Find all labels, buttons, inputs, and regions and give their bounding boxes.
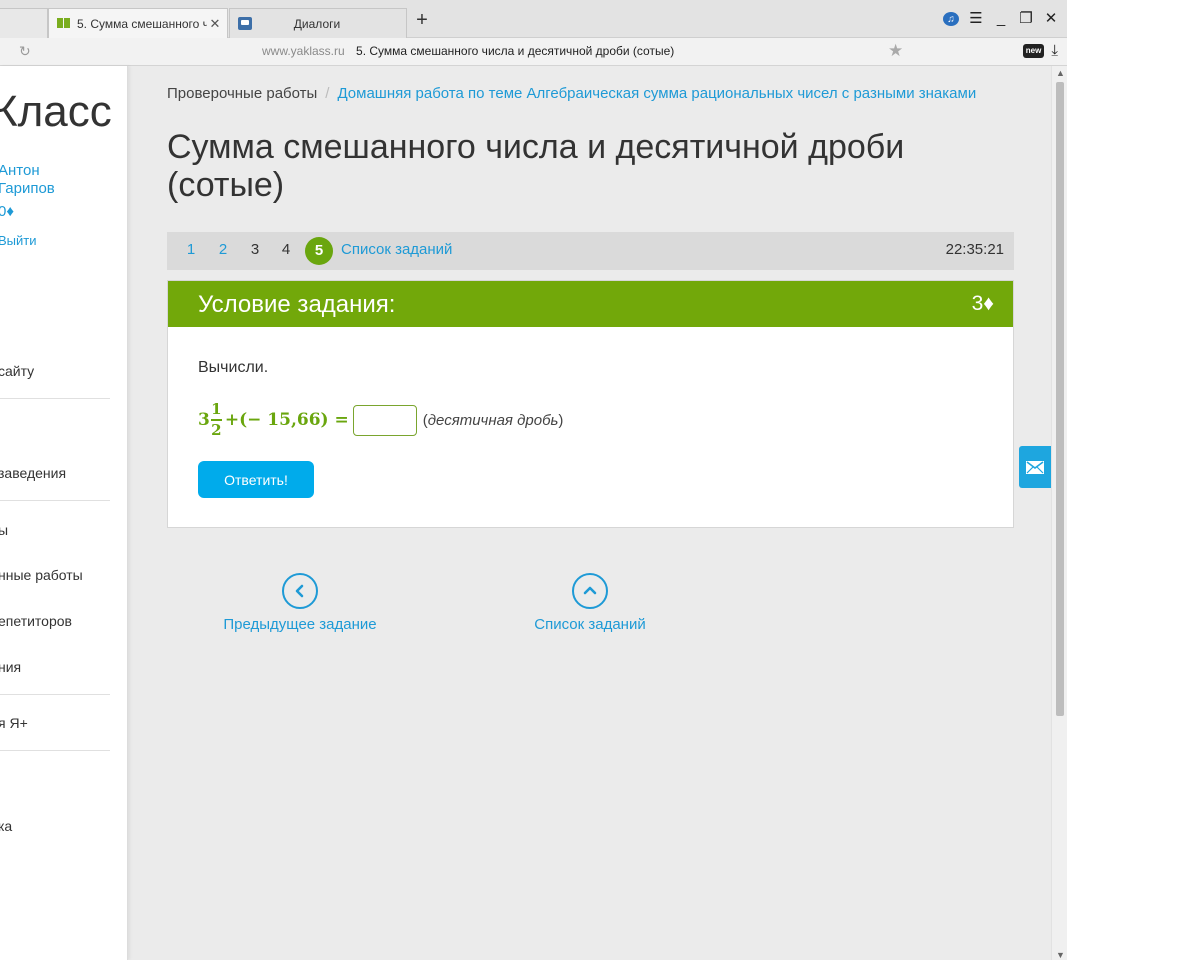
close-icon[interactable]: ✕ xyxy=(207,16,223,32)
browser-window: 5. Сумма смешанного чи ✕ Диалоги + ♫ ☰ _… xyxy=(0,0,1067,960)
new-tab-button[interactable]: + xyxy=(413,10,431,30)
music-icon[interactable]: ♫ xyxy=(943,12,959,26)
bookmark-star-icon[interactable]: ★ xyxy=(888,41,903,61)
tab-previous[interactable] xyxy=(0,8,48,38)
tab-strip: 5. Сумма смешанного чи ✕ Диалоги + ♫ ☰ _… xyxy=(0,0,1067,38)
address-bar-actions: new ⤓ xyxy=(1022,43,1058,58)
equation-expression: +(− 15,66) = xyxy=(224,410,349,430)
download-icon[interactable]: ⤓ xyxy=(1051,43,1058,58)
task-number-2[interactable]: 2 xyxy=(213,241,233,258)
sidebar-divider xyxy=(0,750,110,751)
task-navigation: 1 2 3 4 5 Список заданий 22:35:21 xyxy=(167,232,1014,270)
previous-task-link[interactable]: Предыдущее задание xyxy=(219,573,381,633)
tab-dialogs[interactable]: Диалоги xyxy=(229,8,407,38)
task-list-bottom-link[interactable]: Список заданий xyxy=(529,573,651,633)
restore-icon[interactable]: ❐ xyxy=(1018,11,1034,27)
left-sidebar: Класс Антон Гарипов 0♦ Выйти сайту завед… xyxy=(0,66,128,960)
sidebar-divider xyxy=(0,398,110,399)
fraction-denominator: 2 xyxy=(211,421,222,439)
sidebar-item-site[interactable]: сайту xyxy=(0,363,34,379)
task-number-3[interactable]: 3 xyxy=(245,241,265,258)
fraction-numerator: 1 xyxy=(211,400,222,418)
breadcrumb: Проверочные работы / Домашняя работа по те… xyxy=(167,85,1015,103)
task-list-label[interactable]: Список заданий xyxy=(529,616,651,633)
task-number-5-active[interactable]: 5 xyxy=(305,237,333,265)
yaklass-book-icon xyxy=(57,17,71,30)
sidebar-item-tutors[interactable]: епетиторов xyxy=(0,613,72,629)
scroll-down-icon[interactable]: ▼ xyxy=(1056,950,1065,960)
breadcrumb-separator: / xyxy=(325,85,330,102)
logout-link[interactable]: Выйти xyxy=(0,233,37,248)
url-field[interactable]: www.yaklass.ru 5. Сумма смешанного числа… xyxy=(262,44,674,58)
chat-icon xyxy=(238,17,252,30)
task-number-4[interactable]: 4 xyxy=(276,241,296,258)
sidebar-divider xyxy=(0,694,110,695)
menu-icon[interactable]: ☰ xyxy=(968,11,984,27)
page: Класс Антон Гарипов 0♦ Выйти сайту завед… xyxy=(0,66,1067,960)
task-instruction: Вычисли. xyxy=(198,359,269,376)
new-badge[interactable]: new xyxy=(1022,43,1045,58)
page-title: Сумма смешанного числа и десятичной дроб… xyxy=(167,128,905,204)
scroll-up-icon[interactable]: ▲ xyxy=(1056,68,1065,78)
timer: 22:35:21 xyxy=(945,241,1004,258)
tab-title: 5. Сумма смешанного чи xyxy=(77,16,207,31)
task-header-title: Условие задания: xyxy=(198,291,396,318)
answer-hint-text: десятичная дробь xyxy=(427,411,559,429)
user-points[interactable]: 0♦ xyxy=(0,203,14,220)
scrollbar[interactable]: ▲ ▼ xyxy=(1051,66,1067,960)
equation: 3 1 2 +(− 15,66) = (десятичная дробь) xyxy=(198,397,563,443)
task-number-1[interactable]: 1 xyxy=(181,241,201,258)
url-page-title: 5. Сумма смешанного числа и десятичной д… xyxy=(356,44,675,58)
answer-hint: (десятичная дробь) xyxy=(422,411,564,429)
scrollbar-thumb[interactable] xyxy=(1056,82,1064,716)
user-first-name[interactable]: Антон xyxy=(0,162,40,179)
chevron-left-icon[interactable] xyxy=(282,573,318,609)
sidebar-item-help[interactable]: ка xyxy=(0,818,12,834)
site-logo[interactable]: Класс xyxy=(0,88,112,136)
task-list-link[interactable]: Список заданий xyxy=(341,241,452,258)
task-card: Условие задания: 3♦ Вычисли. 3 1 2 +(− 1… xyxy=(167,280,1014,528)
close-window-icon[interactable]: ✕ xyxy=(1043,11,1059,27)
sidebar-item-plus[interactable]: я Я+ xyxy=(0,715,28,731)
task-points: 3♦ xyxy=(971,292,994,315)
mixed-number-whole: 3 xyxy=(198,410,210,430)
tab-task[interactable]: 5. Сумма смешанного чи ✕ xyxy=(48,8,228,38)
address-bar: ↻ www.yaklass.ru 5. Сумма смешанного чис… xyxy=(0,38,1067,66)
fraction: 1 2 xyxy=(210,400,222,439)
sidebar-divider xyxy=(0,500,110,501)
breadcrumb-root[interactable]: Проверочные работы xyxy=(167,85,317,102)
breadcrumb-current[interactable]: Домашняя работа по теме Алгебраическая с… xyxy=(337,85,976,102)
tab-title: Диалоги xyxy=(293,16,341,31)
answer-input[interactable] xyxy=(352,404,417,436)
window-controls: ♫ ☰ _ ❐ ✕ xyxy=(943,11,1059,27)
chevron-up-icon[interactable] xyxy=(572,573,608,609)
minimize-icon[interactable]: _ xyxy=(993,11,1009,27)
sidebar-item-lessons[interactable]: ния xyxy=(0,659,21,675)
previous-task-label[interactable]: Предыдущее задание xyxy=(219,616,381,633)
reload-icon[interactable]: ↻ xyxy=(19,43,31,60)
sidebar-item-school[interactable]: заведения xyxy=(0,465,66,481)
sidebar-item-tests[interactable]: нные работы xyxy=(0,567,83,583)
url-domain: www.yaklass.ru xyxy=(262,44,345,58)
sidebar-item-subjects[interactable]: ы xyxy=(0,522,8,538)
feedback-mail-icon[interactable] xyxy=(1019,446,1051,488)
submit-answer-button[interactable]: Ответить! xyxy=(198,461,314,498)
user-last-name[interactable]: Гарипов xyxy=(0,180,55,197)
task-header: Условие задания: 3♦ xyxy=(168,281,1013,327)
